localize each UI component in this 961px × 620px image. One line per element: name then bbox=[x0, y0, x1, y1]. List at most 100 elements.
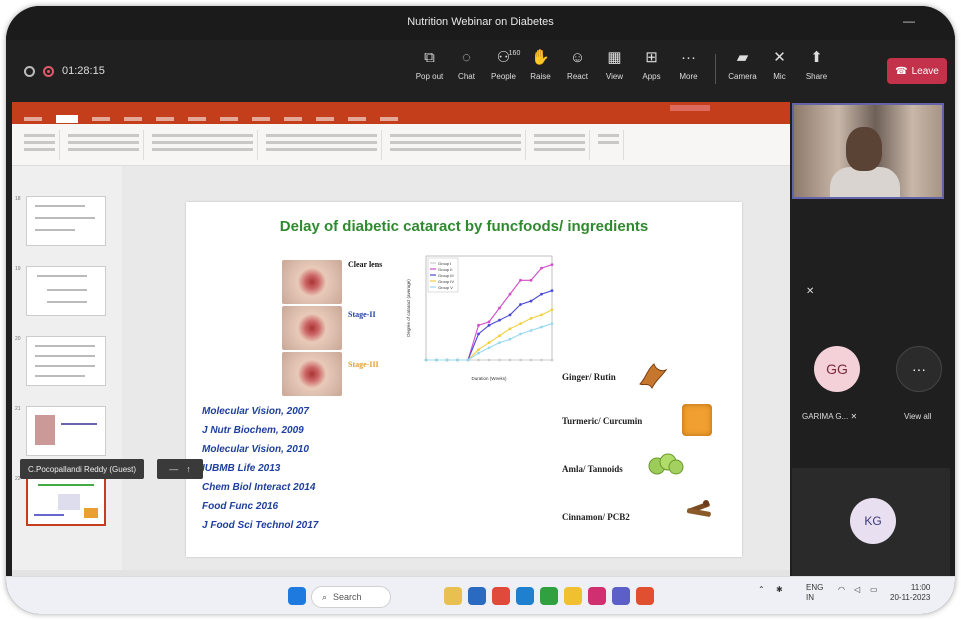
data-point bbox=[466, 358, 470, 362]
data-point bbox=[550, 263, 554, 267]
data-point bbox=[456, 358, 459, 362]
view-button[interactable]: ▦ View bbox=[596, 48, 633, 84]
reference-item: Food Func 2016 bbox=[202, 501, 279, 512]
data-point bbox=[498, 306, 501, 310]
data-point bbox=[519, 278, 522, 282]
participant-name: GARIMA G... ✕ bbox=[802, 412, 858, 421]
person-body bbox=[830, 167, 900, 197]
window-title: Nutrition Webinar on Diabetes bbox=[407, 16, 554, 28]
data-point bbox=[498, 318, 501, 322]
toolbar-separator bbox=[715, 54, 716, 84]
data-point bbox=[540, 292, 543, 296]
legend-label: Group V bbox=[438, 285, 453, 290]
slide-thumbnail-selected[interactable] bbox=[26, 476, 106, 526]
data-point bbox=[540, 313, 543, 317]
tool-label: People bbox=[491, 72, 516, 81]
powerpoint-titlebar bbox=[12, 102, 790, 114]
share-button[interactable]: ⬆ Share bbox=[798, 48, 835, 84]
wifi-icon[interactable]: ◠ bbox=[838, 585, 845, 594]
language-indicator[interactable]: ENG IN bbox=[806, 583, 823, 603]
share-icon: ⬆ bbox=[810, 49, 823, 66]
call-timer: 01:28:15 bbox=[62, 65, 105, 77]
minus-icon[interactable]: — bbox=[169, 464, 178, 474]
tool-label: More bbox=[679, 72, 698, 81]
tool-label: Share bbox=[805, 72, 828, 81]
camera-icon: ▰ bbox=[736, 49, 749, 66]
data-point bbox=[550, 308, 554, 312]
avatar-initials: KG bbox=[864, 514, 882, 528]
amla-image bbox=[648, 453, 684, 475]
explorer-icon[interactable] bbox=[564, 587, 582, 605]
taskview-icon[interactable] bbox=[468, 587, 486, 605]
slide-thumbnail[interactable] bbox=[26, 196, 106, 246]
powerpoint-tabs bbox=[12, 114, 790, 124]
data-point bbox=[487, 323, 491, 327]
pop-out-button[interactable]: ⧉ Pop out bbox=[411, 48, 448, 84]
ingredient-label: Amla/ Tannoids bbox=[562, 464, 623, 474]
leave-button[interactable]: ☎ Leave bbox=[887, 58, 947, 84]
clock[interactable]: 11:00 20-11-2023 bbox=[890, 583, 930, 603]
battery-icon[interactable]: ▭ bbox=[870, 585, 878, 594]
app-icon[interactable] bbox=[588, 587, 606, 605]
participant-tile-kg[interactable]: KG bbox=[792, 468, 950, 576]
data-point bbox=[508, 313, 512, 317]
slide-thumbnail[interactable] bbox=[26, 406, 106, 456]
app-icon[interactable] bbox=[636, 587, 654, 605]
mic-muted-icon: ✕ bbox=[806, 286, 815, 297]
presenter-controls[interactable]: — ↑ bbox=[157, 459, 203, 479]
ingredient-label: Cinnamon/ PCB2 bbox=[562, 512, 630, 522]
avatar-initials: GG bbox=[826, 361, 848, 377]
slide-thumbnail[interactable] bbox=[26, 336, 106, 386]
data-point bbox=[498, 358, 501, 362]
app-icon[interactable] bbox=[492, 587, 510, 605]
data-point bbox=[477, 348, 480, 351]
data-point bbox=[519, 358, 522, 362]
apps-icon: ⊞ bbox=[645, 49, 658, 66]
raise-hand-icon: ✋ bbox=[531, 49, 550, 66]
popout-icon: ⧉ bbox=[424, 49, 435, 66]
more-icon: ··· bbox=[912, 361, 926, 377]
people-button[interactable]: ⚇ 160 People bbox=[485, 48, 522, 84]
slide-thumbnail[interactable] bbox=[26, 266, 106, 316]
react-button[interactable]: ☺ React bbox=[559, 48, 596, 84]
volume-icon[interactable]: ◁ bbox=[854, 585, 860, 594]
mic-button[interactable]: ✕ Mic bbox=[761, 48, 798, 84]
data-point bbox=[508, 292, 512, 296]
teams-icon[interactable] bbox=[612, 587, 630, 605]
data-point bbox=[550, 289, 554, 293]
raise-button[interactable]: ✋ Raise bbox=[522, 48, 559, 84]
apps-button[interactable]: ⊞ Apps bbox=[633, 48, 670, 84]
legend-label: Group III bbox=[438, 273, 454, 278]
leave-label: Leave bbox=[911, 65, 939, 77]
chat-button[interactable]: ◌ Chat bbox=[448, 48, 485, 84]
camera-button[interactable]: ▰ Camera bbox=[724, 48, 761, 84]
mic-icon: ✕ bbox=[773, 49, 786, 66]
search-box[interactable]: ⌕ Search bbox=[311, 586, 391, 608]
data-point bbox=[508, 358, 512, 362]
data-point bbox=[540, 358, 543, 362]
slide: Delay of diabetic cataract by funcfoods/… bbox=[186, 202, 742, 557]
bluetooth-icon[interactable]: ✱ bbox=[776, 585, 783, 594]
eye-label: Stage-II bbox=[348, 310, 376, 319]
data-point bbox=[487, 341, 491, 345]
data-point bbox=[477, 351, 480, 355]
minimize-icon[interactable]: — bbox=[903, 14, 915, 28]
data-point bbox=[487, 346, 491, 350]
call-timer-area: 01:28:15 bbox=[24, 65, 105, 77]
tool-label: Mic bbox=[773, 72, 786, 81]
view-all-button[interactable]: ··· bbox=[896, 346, 942, 392]
start-icon[interactable] bbox=[288, 587, 306, 605]
call-toolbar: 01:28:15 ⧉ Pop out ◌ Chat ⚇ 160 People ✋ Raise ☺ R… bbox=[6, 40, 955, 102]
widget-icon[interactable] bbox=[444, 587, 462, 605]
slide-thumbnails: 18 19 20 21 22 bbox=[12, 166, 122, 570]
data-point bbox=[540, 266, 543, 270]
tool-label: Pop out bbox=[415, 72, 444, 81]
more-button[interactable]: ··· More bbox=[670, 48, 707, 84]
expand-icon[interactable]: ↑ bbox=[186, 464, 191, 474]
avatar-gg[interactable]: GG bbox=[814, 346, 860, 392]
chevron-up-icon[interactable]: ⌃ bbox=[758, 585, 765, 594]
participant-video[interactable] bbox=[792, 103, 944, 199]
title-bar: Nutrition Webinar on Diabetes — bbox=[6, 6, 955, 40]
app-icon[interactable] bbox=[516, 587, 534, 605]
chrome-icon[interactable] bbox=[540, 587, 558, 605]
